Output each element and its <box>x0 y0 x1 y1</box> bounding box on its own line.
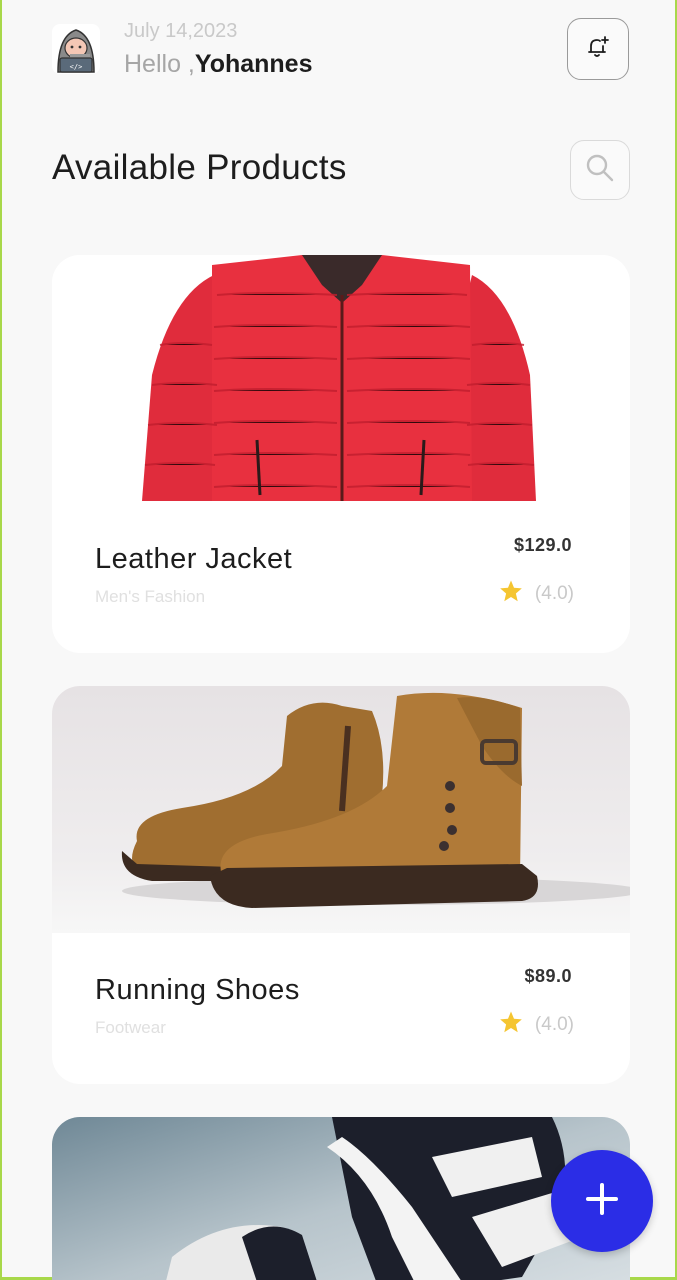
add-product-button[interactable] <box>551 1150 653 1252</box>
star-icon <box>499 1010 523 1039</box>
product-card[interactable] <box>52 1117 630 1280</box>
page-title: Available Products <box>52 148 347 187</box>
star-icon <box>499 579 523 608</box>
app-header: </> July 14,2023 Hello ,Yohannes <box>50 16 630 86</box>
user-avatar[interactable]: </> <box>52 24 100 74</box>
product-card[interactable]: Leather Jacket Men's Fashion $129.0 (4.0… <box>52 255 630 653</box>
product-category: Footwear <box>95 1018 166 1037</box>
product-price: $89.0 <box>524 966 572 986</box>
rating-value: (4.0) <box>534 1013 574 1035</box>
search-icon <box>585 153 615 188</box>
rating-value: (4.0) <box>534 582 574 604</box>
product-rating: (4.0) <box>499 1010 574 1039</box>
product-category: Men's Fashion <box>95 587 206 606</box>
search-button[interactable] <box>570 140 630 200</box>
svg-text:</>: </> <box>70 63 83 71</box>
brown-leather-boots-image <box>52 686 630 933</box>
greeting-prefix: Hello , <box>124 50 195 78</box>
notification-button[interactable] <box>567 18 629 80</box>
black-white-sneakers-image <box>52 1117 630 1280</box>
bell-plus-icon <box>585 34 611 65</box>
current-date: July 14,2023 <box>124 20 238 42</box>
red-puffer-jacket-image <box>52 255 630 502</box>
product-name: Leather Jacket <box>95 543 293 575</box>
user-name: Yohannes <box>194 50 313 78</box>
plus-icon <box>585 1182 619 1221</box>
product-card[interactable]: Running Shoes Footwear $89.0 (4.0) <box>52 686 630 1084</box>
greeting: Hello ,Yohannes <box>124 50 313 79</box>
product-price: $129.0 <box>513 535 572 555</box>
product-rating: (4.0) <box>499 579 574 608</box>
product-name: Running Shoes <box>95 974 300 1006</box>
